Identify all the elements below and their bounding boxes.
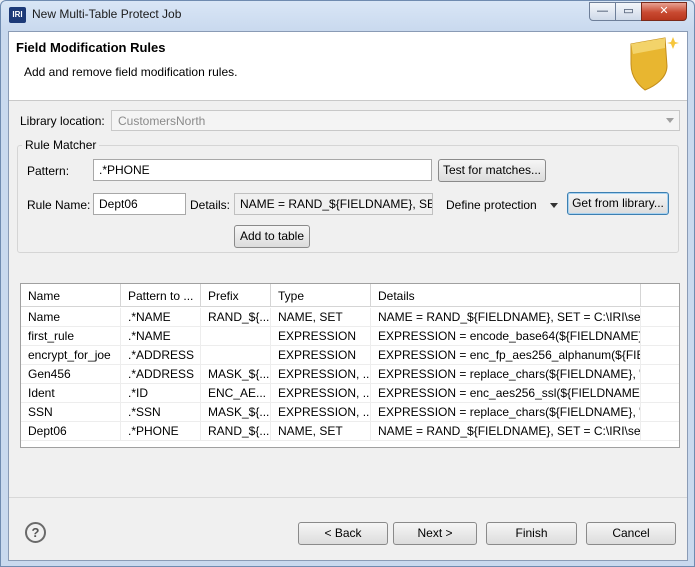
table-row[interactable]: Name .*NAME RAND_${... NAME, SET NAME = RAND… bbox=[21, 308, 679, 327]
title-bar: IRI New Multi-Table Protect Job — ▭ ✕ bbox=[1, 1, 694, 29]
table-header: Name Pattern to ... Prefix Type Details bbox=[21, 284, 679, 307]
cell-pattern: .*SSN bbox=[121, 403, 201, 422]
cell-type: EXPRESSION, ... bbox=[271, 403, 371, 422]
cell-details: EXPRESSION = replace_chars(${FIELDNAME},… bbox=[371, 365, 641, 384]
cell-details: EXPRESSION = enc_fp_aes256_alphanum(${FI… bbox=[371, 346, 641, 365]
table-row[interactable]: Dept06 .*PHONE RAND_${... NAME, SET NAME = R… bbox=[21, 422, 679, 441]
cell-prefix: RAND_${... bbox=[201, 308, 271, 327]
back-button[interactable]: < Back bbox=[298, 522, 388, 545]
minimize-button[interactable]: — bbox=[589, 2, 616, 21]
cell-pattern: .*ADDRESS bbox=[121, 346, 201, 365]
library-location-combo[interactable]: CustomersNorth bbox=[111, 110, 680, 131]
cell-prefix: MASK_${... bbox=[201, 403, 271, 422]
cell-type: EXPRESSION bbox=[271, 327, 371, 346]
page-title: Field Modification Rules bbox=[16, 40, 166, 55]
cell-pattern: .*ID bbox=[121, 384, 201, 403]
details-label: Details: bbox=[190, 198, 231, 212]
rule-name-label: Rule Name: bbox=[27, 198, 91, 212]
cell-filler bbox=[641, 365, 679, 384]
footer-separator bbox=[9, 497, 687, 498]
define-protection-dropdown[interactable]: Define protection bbox=[446, 198, 537, 212]
rules-table[interactable]: Name Pattern to ... Prefix Type Details … bbox=[20, 283, 680, 448]
cell-prefix: RAND_${... bbox=[201, 422, 271, 441]
cell-prefix bbox=[201, 346, 271, 365]
cell-filler bbox=[641, 422, 679, 441]
cell-details: NAME = RAND_${FIELDNAME}, SET = C:\IRI\s… bbox=[371, 422, 641, 441]
cell-prefix: MASK_${... bbox=[201, 365, 271, 384]
details-field: NAME = RAND_${FIELDNAME}, SET bbox=[234, 193, 433, 215]
dropdown-arrow-icon[interactable] bbox=[550, 203, 558, 208]
cell-details: EXPRESSION = enc_aes256_ssl(${FIELDNAME}… bbox=[371, 384, 641, 403]
cell-filler bbox=[641, 403, 679, 422]
column-header-details[interactable]: Details bbox=[371, 284, 641, 307]
get-from-library-button[interactable]: Get from library... bbox=[567, 192, 669, 215]
cell-type: EXPRESSION, ... bbox=[271, 365, 371, 384]
pattern-label: Pattern: bbox=[27, 164, 70, 178]
add-to-table-button[interactable]: Add to table bbox=[234, 225, 310, 248]
chevron-down-icon bbox=[666, 118, 674, 123]
cell-prefix bbox=[201, 327, 271, 346]
cell-filler bbox=[641, 308, 679, 327]
pattern-input[interactable]: .*PHONE bbox=[93, 159, 432, 181]
cell-details: EXPRESSION = encode_base64(${FIELDNAME}) bbox=[371, 327, 641, 346]
test-for-matches-button[interactable]: Test for matches... bbox=[438, 159, 546, 182]
column-header-name[interactable]: Name bbox=[21, 284, 121, 307]
wizard-header: Field Modification Rules Add and remove … bbox=[9, 32, 687, 101]
cell-pattern: .*ADDRESS bbox=[121, 365, 201, 384]
cell-name: Gen456 bbox=[21, 365, 121, 384]
column-header-pattern[interactable]: Pattern to ... bbox=[121, 284, 201, 307]
shield-sparkle-icon bbox=[621, 36, 679, 92]
cell-type: NAME, SET bbox=[271, 422, 371, 441]
cell-pattern: .*NAME bbox=[121, 327, 201, 346]
dialog-content: Field Modification Rules Add and remove … bbox=[8, 31, 688, 561]
cell-name: encrypt_for_joe bbox=[21, 346, 121, 365]
cell-filler bbox=[641, 346, 679, 365]
table-row[interactable]: encrypt_for_joe .*ADDRESS EXPRESSION EXPRES… bbox=[21, 346, 679, 365]
rule-matcher-label: Rule Matcher bbox=[22, 138, 100, 152]
window-title: New Multi-Table Protect Job bbox=[32, 7, 182, 21]
column-header-type[interactable]: Type bbox=[271, 284, 371, 307]
table-row[interactable]: SSN .*SSN MASK_${... EXPRESSION, ... EXPRESS… bbox=[21, 403, 679, 422]
cell-type: NAME, SET bbox=[271, 308, 371, 327]
cell-filler bbox=[641, 327, 679, 346]
cell-name: Dept06 bbox=[21, 422, 121, 441]
column-header-prefix[interactable]: Prefix bbox=[201, 284, 271, 307]
cell-pattern: .*PHONE bbox=[121, 422, 201, 441]
finish-button[interactable]: Finish bbox=[486, 522, 577, 545]
rule-name-input[interactable]: Dept06 bbox=[93, 193, 186, 215]
cell-type: EXPRESSION, ... bbox=[271, 384, 371, 403]
library-location-label: Library location: bbox=[20, 114, 105, 128]
help-icon[interactable]: ? bbox=[25, 522, 46, 543]
cell-details: NAME = RAND_${FIELDNAME}, SET = C:\IRI\s… bbox=[371, 308, 641, 327]
cell-name: Ident bbox=[21, 384, 121, 403]
cell-name: first_rule bbox=[21, 327, 121, 346]
library-location-value: CustomersNorth bbox=[118, 114, 206, 128]
table-row[interactable]: first_rule .*NAME EXPRESSION EXPRESSION = e… bbox=[21, 327, 679, 346]
cell-name: Name bbox=[21, 308, 121, 327]
maximize-button[interactable]: ▭ bbox=[615, 2, 642, 21]
table-row[interactable]: Ident .*ID ENC_AE... EXPRESSION, ... EXPRESS… bbox=[21, 384, 679, 403]
cell-details: EXPRESSION = replace_chars(${FIELDNAME},… bbox=[371, 403, 641, 422]
next-button[interactable]: Next > bbox=[393, 522, 477, 545]
app-logo-icon: IRI bbox=[9, 7, 26, 23]
cell-name: SSN bbox=[21, 403, 121, 422]
cell-prefix: ENC_AE... bbox=[201, 384, 271, 403]
column-header-filler bbox=[641, 284, 679, 307]
page-description: Add and remove field modification rules. bbox=[24, 65, 238, 79]
table-row[interactable]: Gen456 .*ADDRESS MASK_${... EXPRESSION, ...… bbox=[21, 365, 679, 384]
cell-pattern: .*NAME bbox=[121, 308, 201, 327]
dialog-window: IRI New Multi-Table Protect Job — ▭ ✕ Fi… bbox=[0, 0, 695, 567]
close-button[interactable]: ✕ bbox=[641, 2, 687, 21]
cancel-button[interactable]: Cancel bbox=[586, 522, 676, 545]
cell-filler bbox=[641, 384, 679, 403]
cell-type: EXPRESSION bbox=[271, 346, 371, 365]
